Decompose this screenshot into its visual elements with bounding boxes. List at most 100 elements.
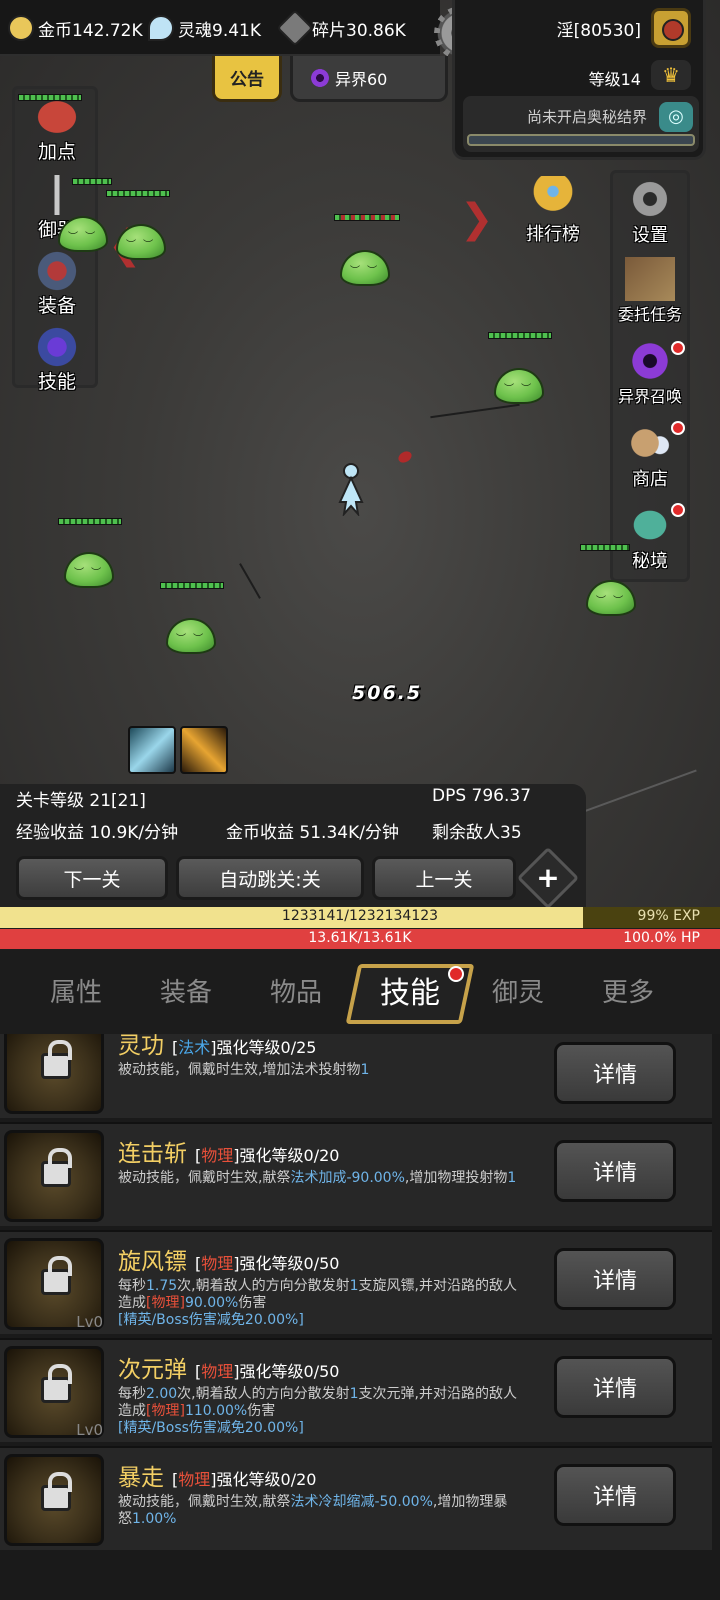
menu-leaderboard[interactable]: 排行榜 (520, 176, 586, 246)
notification-dot (671, 341, 685, 355)
skill-slot-1[interactable] (128, 726, 176, 774)
description-part: 1.75 (146, 1278, 178, 1294)
prev-stage-button[interactable]: 上一关 (372, 856, 516, 900)
exp-text: 1233141/1232134123 (281, 908, 439, 924)
description-part: 被动技能，佩戴时生效,献祭 (118, 1494, 291, 1510)
menu-label: 异界召唤 (617, 387, 682, 406)
tab-spirits[interactable]: 御灵 (492, 972, 544, 1009)
description-part: [精英/Boss伤害减免20.00%] (118, 1420, 304, 1436)
crown-icon[interactable]: ♛ (651, 60, 691, 90)
description-part: 110.00% (184, 1403, 248, 1419)
secret-realm-label: 尚未开启奥秘结界 (526, 108, 647, 126)
gold-value: 金币142.72K (38, 20, 143, 41)
hp-text: 13.61K/13.61K (308, 930, 412, 946)
button-label: 下一关 (63, 868, 121, 891)
shield-icon (33, 251, 81, 291)
slime-enemy (340, 250, 390, 286)
description-part: [物理] (146, 1403, 185, 1419)
auto-skip-button[interactable]: 自动跳关:关 (176, 856, 364, 900)
enemy-hp-bar (334, 214, 400, 221)
slime-enemy (166, 618, 216, 654)
tab-equipment[interactable]: 装备 (160, 972, 212, 1009)
next-stage-button[interactable]: 下一关 (16, 856, 168, 900)
secret-realm-panel[interactable]: 尚未开启奥秘结界 ◎ (463, 96, 699, 152)
exp-income: 经验收益 10.9K/分钟 (16, 823, 179, 843)
lock-icon (41, 1472, 72, 1511)
skill-upgrade: [物理]强化等级0/50 (195, 1362, 340, 1381)
hp-bar: 13.61K/13.61K 100.0% HP (0, 929, 720, 949)
otherworld-button[interactable]: 异界60 (290, 56, 448, 102)
menu-shop[interactable]: 商店 (613, 421, 687, 491)
menu-equipment[interactable]: 装备 (15, 251, 99, 318)
slime-enemy (58, 216, 108, 252)
player-avatar[interactable] (651, 8, 691, 48)
portal-icon (625, 339, 675, 383)
skill-level: Lv0 (76, 1421, 103, 1439)
button-label: 上一关 (415, 868, 473, 891)
quest-board-icon (625, 257, 675, 301)
skill-type-tag: 物理 (201, 1254, 234, 1273)
player-name: 淫[80530] (556, 21, 641, 41)
description-part: 法术冷却缩减-50.00% (290, 1494, 433, 1510)
menu-settings[interactable]: 设置 (613, 177, 687, 247)
gold-income: 金币收益 51.34K/分钟 (226, 823, 399, 843)
detail-button[interactable]: 详情 (554, 1248, 676, 1310)
spiral-icon: ◎ (659, 102, 693, 132)
menu-label: 委托任务 (617, 305, 682, 324)
description-part: [物理] (146, 1295, 185, 1311)
bag-icon (625, 421, 675, 465)
slime-enemy (116, 224, 166, 260)
bottom-tab-bar: 属性 装备 物品 技能 御灵 更多 (0, 950, 720, 1034)
lock-icon (41, 1040, 72, 1079)
detail-button[interactable]: 详情 (554, 1042, 676, 1104)
skill-description: 被动技能，佩戴时生效,献祭法术冷却缩减-50.00%,增加物理暴怒1.00% (118, 1494, 518, 1528)
skill-icon (4, 1130, 104, 1222)
menu-add-points[interactable]: 加点 (15, 97, 99, 164)
player-level: 等级14 (588, 70, 641, 89)
soul-icon (148, 15, 174, 41)
skill-title: 连击斩 (118, 1141, 187, 1167)
scroll-icon (33, 327, 81, 367)
ground-crack (239, 563, 261, 599)
tab-attributes[interactable]: 属性 (50, 972, 102, 1009)
menu-commission[interactable]: 委托任务 (607, 257, 693, 325)
detail-button[interactable]: 详情 (554, 1464, 676, 1526)
skill-name: 次元弹 [物理]强化等级0/50 (118, 1350, 339, 1384)
description-part: 1 (349, 1386, 359, 1402)
skill-title: 次元弹 (118, 1357, 187, 1383)
stage-level: 关卡等级 21[21] (16, 791, 146, 811)
skill-description: 每秒2.00次,朝着敌人的方向分散发射1支次元弹,并对沿路的敌人造成[物理]11… (118, 1386, 518, 1437)
soul-value: 灵魂9.41K (178, 20, 261, 41)
skill-row: Lv0 次元弹 [物理]强化等级0/50 每秒2.00次,朝着敌人的方向分散发射1支次… (0, 1338, 712, 1442)
detail-button[interactable]: 详情 (554, 1356, 676, 1418)
slime-enemy (64, 552, 114, 588)
description-part: 1 (349, 1278, 359, 1294)
menu-summon[interactable]: 异界召唤 (607, 339, 693, 407)
meat-icon (33, 97, 81, 137)
menu-secret-realm[interactable]: 秘境 (613, 503, 687, 573)
description-part: [精英/Boss伤害减免20.00%] (118, 1312, 304, 1328)
menu-skills[interactable]: 技能 (15, 327, 99, 394)
skill-upgrade: [法术]强化等级0/25 (172, 1038, 317, 1057)
skill-type-tag: 物理 (178, 1470, 211, 1489)
tab-more[interactable]: 更多 (602, 972, 654, 1009)
button-label: 自动跳关:关 (219, 868, 321, 891)
hp-percent: 100.0% HP (623, 930, 700, 946)
exp-bar: 1233141/1232134123 99% EXP (0, 907, 720, 928)
detail-button[interactable]: 详情 (554, 1140, 676, 1202)
enemy-hp-bar (488, 332, 552, 339)
enemy-hp-bar (72, 178, 112, 185)
skill-title: 暴走 (118, 1465, 164, 1491)
notice-button[interactable]: 公告 (212, 56, 282, 102)
lock-icon (41, 1364, 72, 1403)
description-part: ,增加物理投射物 (404, 1170, 508, 1186)
enemy-hp-bar (58, 518, 122, 525)
tab-items[interactable]: 物品 (270, 972, 322, 1009)
menu-label: 商店 (632, 469, 668, 490)
description-part: 被动技能，佩戴时生效,献祭 (118, 1170, 291, 1186)
skill-upgrade: [物理]强化等级0/50 (195, 1254, 340, 1273)
description-part: 伤害 (247, 1403, 276, 1419)
skill-slot-2[interactable] (180, 726, 228, 774)
player-panel: 淫[80530] 等级14 ♛ 尚未开启奥秘结界 ◎ (452, 0, 706, 160)
description-part: 90.00% (184, 1295, 239, 1311)
